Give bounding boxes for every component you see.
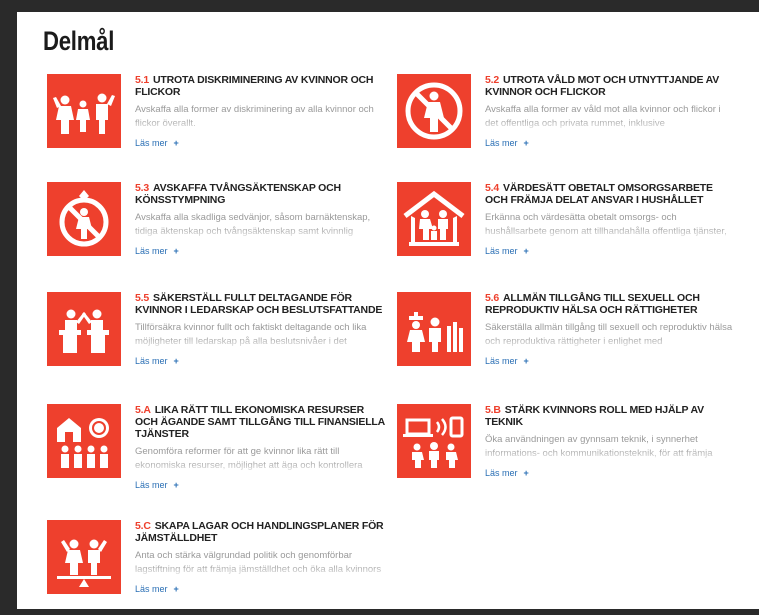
target-5-6: 5.6 ALLMÄN TILLGÅNG TILL SEXUELL OCH REPR… xyxy=(397,292,737,387)
read-more-label: Läs mer xyxy=(135,246,168,256)
read-more-link[interactable]: Läs mer + xyxy=(485,356,529,366)
technology-icon xyxy=(397,404,471,478)
target-title: STÄRK KVINNORS ROLL MED HJÄLP AV TEKNIK xyxy=(485,404,704,428)
read-more-link[interactable]: Läs mer + xyxy=(135,246,179,256)
plus-icon: + xyxy=(173,356,179,366)
target-description: Erkänna och värdesätta obetalt omsorgs- … xyxy=(485,212,727,237)
target-title: ALLMÄN TILLGÅNG TILL SEXUELL OCH REPRODU… xyxy=(485,292,700,316)
no-child-marriage-icon xyxy=(47,182,121,256)
read-more-link[interactable]: Läs mer + xyxy=(135,584,179,594)
read-more-link[interactable]: Läs mer + xyxy=(485,138,529,148)
target-number: 5.6 xyxy=(485,292,499,304)
target-5-3: 5.3 AVSKAFFA TVÅNGSÄKTENSKAP OCH KÖNSSTYM… xyxy=(47,182,387,277)
target-heading: 5.5 SÄKERSTÄLL FULLT DELTAGANDE FÖR KVINN… xyxy=(135,292,385,316)
women-and-girls-icon xyxy=(47,74,121,148)
target-description: Avskaffa alla skadliga sedvänjor, såsom … xyxy=(135,212,371,237)
target-title: AVSKAFFA TVÅNGSÄKTENSKAP OCH KÖNSSTYMPNI… xyxy=(135,182,341,206)
read-more-label: Läs mer xyxy=(135,138,168,148)
target-title: UTROTA DISKRIMINERING AV KVINNOR OCH FLI… xyxy=(135,74,374,98)
target-number: 5.5 xyxy=(135,292,149,304)
read-more-label: Läs mer xyxy=(485,468,518,478)
target-5-b: 5.B STÄRK KVINNORS ROLL MED HJÄLP AV TEKN… xyxy=(397,404,737,499)
target-title: SÄKERSTÄLL FULLT DELTAGANDE FÖR KVINNOR … xyxy=(135,292,383,316)
target-body: 5.B STÄRK KVINNORS ROLL MED HJÄLP AV TEKN… xyxy=(485,404,735,481)
plus-icon: + xyxy=(523,468,529,478)
target-description: Anta och stärka välgrundad politik och g… xyxy=(135,550,382,575)
target-heading: 5.4 VÄRDESÄTT OBETALT OMSORGSARBETE OCH F… xyxy=(485,182,735,206)
leadership-podium-icon xyxy=(47,292,121,366)
plus-icon: + xyxy=(173,246,179,256)
target-body: 5.A LIKA RÄTT TILL EKONOMISKA RESURSER OC… xyxy=(135,404,385,493)
read-more-label: Läs mer xyxy=(485,246,518,256)
target-body: 5.1 UTROTA DISKRIMINERING AV KVINNOR OCH … xyxy=(135,74,385,151)
target-5-2: 5.2 UTROTA VÅLD MOT OCH UTNYTTJANDE AV KV… xyxy=(397,74,737,169)
target-heading: 5.1 UTROTA DISKRIMINERING AV KVINNOR OCH … xyxy=(135,74,385,98)
target-5-1: 5.1 UTROTA DISKRIMINERING AV KVINNOR OCH … xyxy=(47,74,387,169)
target-number: 5.2 xyxy=(485,74,499,86)
target-description: Säkerställa allmän tillgång till sexuell… xyxy=(485,322,733,347)
target-number: 5.4 xyxy=(485,182,499,194)
target-5-c: 5.C SKAPA LAGAR OCH HANDLINGSPLANER FÖR J… xyxy=(47,520,387,615)
no-violence-icon xyxy=(397,74,471,148)
target-description: Tillförsäkra kvinnor fullt och faktiskt … xyxy=(135,322,367,347)
target-body: 5.2 UTROTA VÅLD MOT OCH UTNYTTJANDE AV KV… xyxy=(485,74,735,151)
health-care-icon xyxy=(397,292,471,366)
target-5-4: 5.4 VÄRDESÄTT OBETALT OMSORGSARBETE OCH F… xyxy=(397,182,737,277)
plus-icon: + xyxy=(173,584,179,594)
target-body: 5.6 ALLMÄN TILLGÅNG TILL SEXUELL OCH REPR… xyxy=(485,292,735,369)
target-heading: 5.3 AVSKAFFA TVÅNGSÄKTENSKAP OCH KÖNSSTYM… xyxy=(135,182,385,206)
read-more-link[interactable]: Läs mer + xyxy=(135,138,179,148)
target-body: 5.5 SÄKERSTÄLL FULLT DELTAGANDE FÖR KVINN… xyxy=(135,292,385,369)
target-5-5: 5.5 SÄKERSTÄLL FULLT DELTAGANDE FÖR KVINN… xyxy=(47,292,387,387)
read-more-label: Läs mer xyxy=(485,138,518,148)
target-number: 5.3 xyxy=(135,182,149,194)
target-description: Avskaffa alla former av diskriminering a… xyxy=(135,104,374,129)
read-more-link[interactable]: Läs mer + xyxy=(135,480,179,490)
read-more-link[interactable]: Läs mer + xyxy=(135,356,179,366)
target-heading: 5.C SKAPA LAGAR OCH HANDLINGSPLANER FÖR J… xyxy=(135,520,385,544)
plus-icon: + xyxy=(523,138,529,148)
target-body: 5.3 AVSKAFFA TVÅNGSÄKTENSKAP OCH KÖNSSTYM… xyxy=(135,182,385,259)
target-title: SKAPA LAGAR OCH HANDLINGSPLANER FÖR JÄMS… xyxy=(135,520,384,544)
target-heading: 5.2 UTROTA VÅLD MOT OCH UTNYTTJANDE AV KV… xyxy=(485,74,735,98)
target-title: LIKA RÄTT TILL EKONOMISKA RESURSER OCH Ä… xyxy=(135,404,385,440)
target-description: Öka användningen av gynnsam teknik, i sy… xyxy=(485,434,713,459)
economic-resources-icon xyxy=(47,404,121,478)
target-5-a: 5.A LIKA RÄTT TILL EKONOMISKA RESURSER OC… xyxy=(47,404,387,499)
target-body: 5.C SKAPA LAGAR OCH HANDLINGSPLANER FÖR J… xyxy=(135,520,385,597)
plus-icon: + xyxy=(523,246,529,256)
plus-icon: + xyxy=(173,480,179,490)
target-description: Genomföra reformer för att ge kvinnor li… xyxy=(135,446,363,471)
page-title: Delmål xyxy=(43,26,115,56)
read-more-label: Läs mer xyxy=(485,356,518,366)
target-heading: 5.B STÄRK KVINNORS ROLL MED HJÄLP AV TEKN… xyxy=(485,404,735,428)
equality-scale-icon xyxy=(47,520,121,594)
read-more-label: Läs mer xyxy=(135,356,168,366)
target-body: 5.4 VÄRDESÄTT OBETALT OMSORGSARBETE OCH F… xyxy=(485,182,735,259)
family-house-icon xyxy=(397,182,471,256)
target-number: 5.1 xyxy=(135,74,149,86)
target-title: VÄRDESÄTT OBETALT OMSORGSARBETE OCH FRÄM… xyxy=(485,182,713,206)
target-heading: 5.A LIKA RÄTT TILL EKONOMISKA RESURSER OC… xyxy=(135,404,385,440)
read-more-link[interactable]: Läs mer + xyxy=(485,246,529,256)
read-more-label: Läs mer xyxy=(135,480,168,490)
goal-page: Delmål 5.1 UTROTA DISKRIMINERING AV KVINN… xyxy=(17,12,759,609)
plus-icon: + xyxy=(173,138,179,148)
target-number: 5.A xyxy=(135,404,151,416)
read-more-link[interactable]: Läs mer + xyxy=(485,468,529,478)
target-number: 5.C xyxy=(135,520,151,532)
target-title: UTROTA VÅLD MOT OCH UTNYTTJANDE AV KVINN… xyxy=(485,74,720,98)
plus-icon: + xyxy=(523,356,529,366)
target-number: 5.B xyxy=(485,404,501,416)
target-description: Avskaffa alla former av våld mot alla kv… xyxy=(485,104,721,129)
read-more-label: Läs mer xyxy=(135,584,168,594)
target-heading: 5.6 ALLMÄN TILLGÅNG TILL SEXUELL OCH REPR… xyxy=(485,292,735,316)
